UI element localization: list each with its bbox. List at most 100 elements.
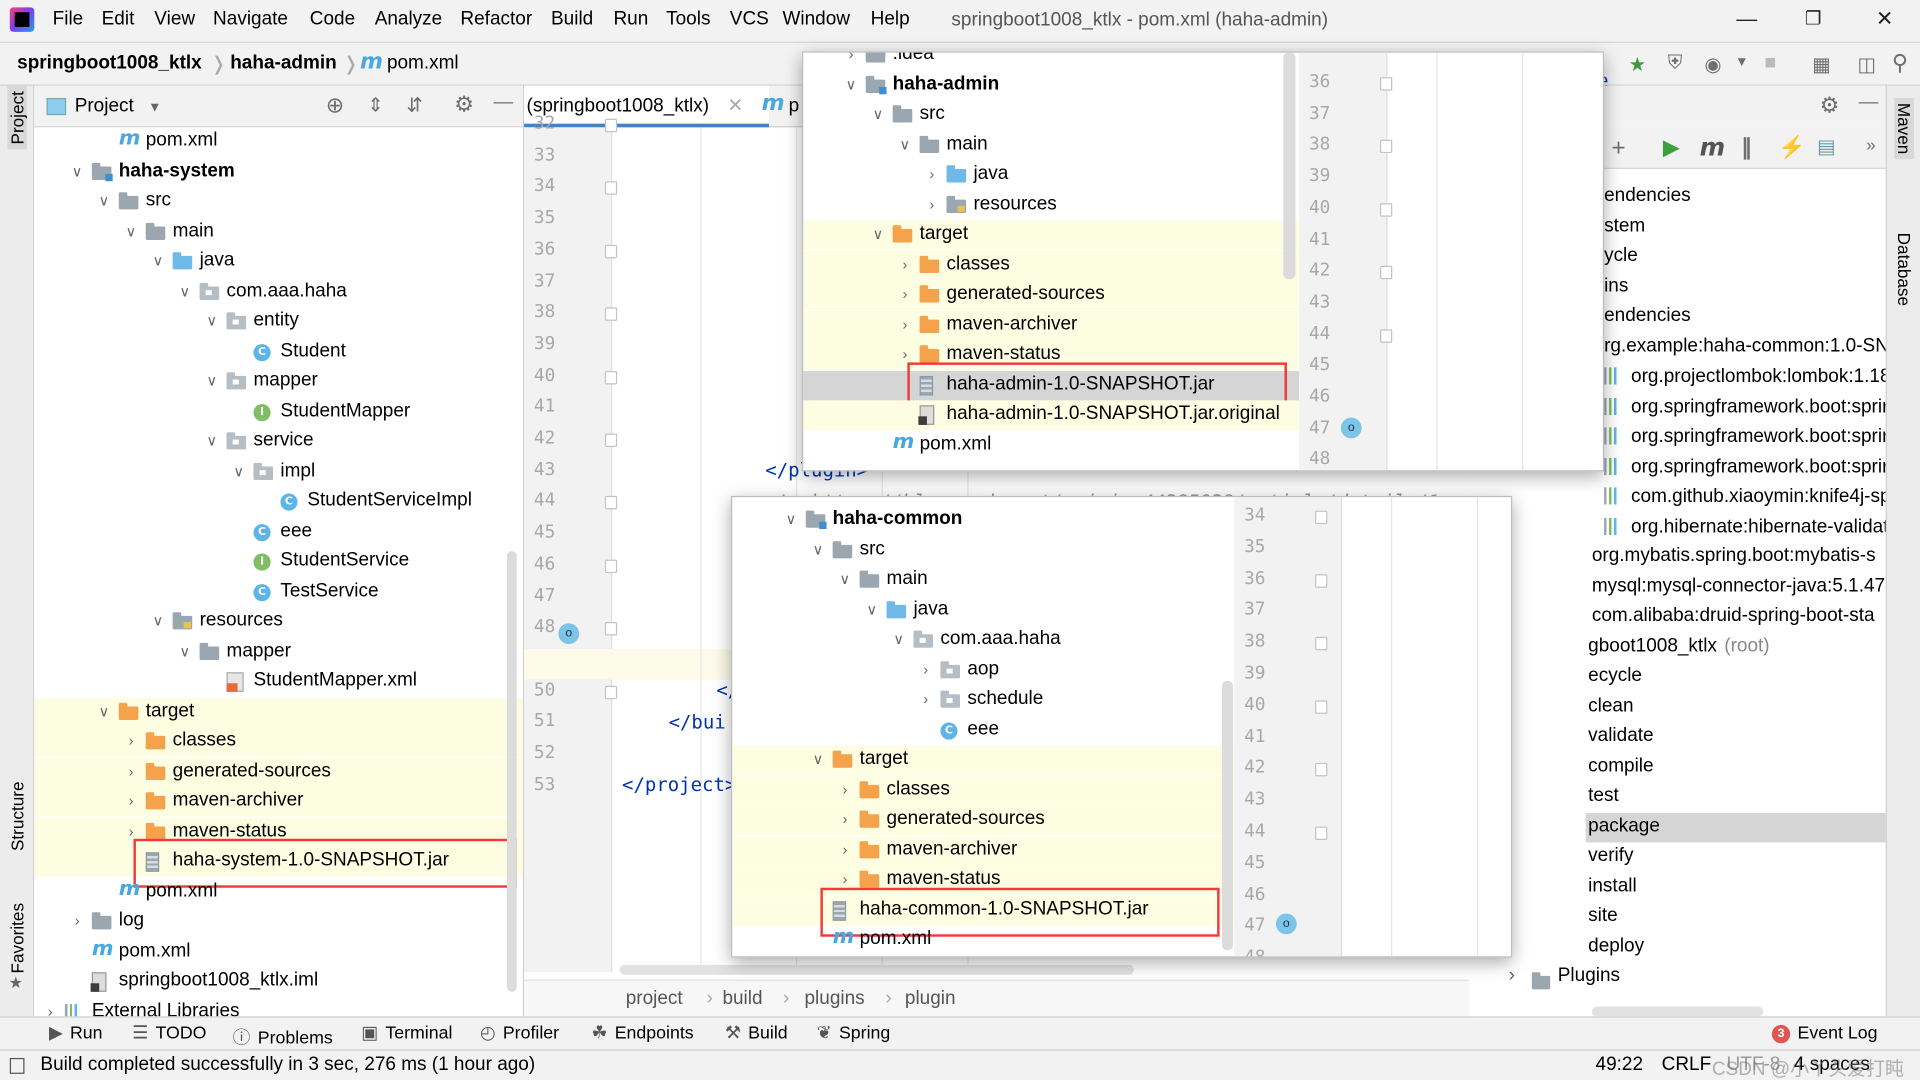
tree-node[interactable]: pom.xml xyxy=(34,126,523,156)
maven-tree-item[interactable]: package xyxy=(1588,815,1660,837)
maven-tree-item[interactable]: verify xyxy=(1588,845,1633,867)
chevron-down-icon[interactable]: ∨ xyxy=(149,612,166,629)
maven-tree-item[interactable]: gboot1008_ktlx (root) xyxy=(1588,635,1769,657)
tool-window-spring[interactable]: ❦ Spring xyxy=(817,1024,891,1044)
coverage-icon[interactable]: ⛨ xyxy=(1668,53,1683,75)
tool-window-todo[interactable]: ☰ TODO xyxy=(132,1024,206,1044)
tree-node[interactable]: › classes xyxy=(732,775,1235,806)
database-tool-tab[interactable]: Database xyxy=(1894,233,1914,306)
chevron-down-icon[interactable]: ∨ xyxy=(203,312,220,329)
chevron-down-icon[interactable]: ∨ xyxy=(96,702,113,719)
tree-node[interactable]: haha-admin-1.0-SNAPSHOT.jar xyxy=(803,370,1300,400)
tree-node[interactable]: haha-admin-1.0-SNAPSHOT.jar.original xyxy=(803,400,1300,430)
maven-tree-item[interactable]: rg.example:haha-common:1.0-SN xyxy=(1604,335,1886,357)
menu-navigate[interactable]: Navigate xyxy=(213,9,288,31)
maven-tree-item[interactable]: endencies xyxy=(1604,185,1691,207)
tree-node[interactable]: ∨ main xyxy=(732,566,1234,595)
menu-code[interactable]: Code xyxy=(310,9,355,31)
maven-plugins-node[interactable]: › Plugins xyxy=(1509,965,1620,990)
code-breadcrumb-item[interactable]: plugins xyxy=(804,987,864,1011)
tree-node[interactable]: › log xyxy=(34,907,523,936)
maven-tree-item[interactable]: ins xyxy=(1604,275,1628,297)
tree-node[interactable]: pom.xml xyxy=(803,429,1299,459)
tree-node[interactable]: › generated-sources xyxy=(803,280,1300,310)
tree-node[interactable]: ∨ target xyxy=(732,745,1235,776)
maven-tree-item[interactable]: clean xyxy=(1588,695,1633,717)
tree-node[interactable]: › generated-sources xyxy=(34,757,523,787)
maven-tree-item[interactable]: install xyxy=(1588,875,1637,897)
menu-tools[interactable]: Tools xyxy=(666,9,710,31)
tree-node[interactable]: › resources xyxy=(803,190,1299,219)
debug-icon[interactable]: ★ xyxy=(1629,53,1647,77)
tree-node[interactable]: ∨ com.aaa.haha xyxy=(732,626,1234,655)
fold-marker-icon[interactable] xyxy=(1315,763,1328,777)
chevron-right-icon[interactable]: › xyxy=(896,315,913,332)
tree-node[interactable]: ∨ target xyxy=(803,220,1300,250)
chevron-down-icon[interactable]: ∨ xyxy=(782,511,799,528)
maven-tree-item[interactable]: com.alibaba:druid-spring-boot-sta xyxy=(1592,605,1875,627)
restore-button[interactable]: ❐ xyxy=(1805,7,1821,30)
tool-window-profiler[interactable]: ◴ Profiler xyxy=(480,1024,559,1044)
code-breadcrumb-item[interactable]: plugin xyxy=(905,987,956,1011)
profile-icon[interactable]: ◉ xyxy=(1704,53,1721,77)
fold-marker-icon[interactable] xyxy=(1315,700,1328,714)
project-scrollbar[interactable] xyxy=(506,551,517,992)
menu-edit[interactable]: Edit xyxy=(102,9,135,31)
tree-node[interactable]: ∨ resources xyxy=(34,607,523,636)
chevron-down-icon[interactable]: ∨ xyxy=(203,432,220,449)
status-message[interactable]: Build completed successfully in 3 sec, 2… xyxy=(40,1054,535,1076)
tree-node[interactable]: ∨ haha-admin xyxy=(803,70,1299,99)
tree-node[interactable]: › schedule xyxy=(732,686,1234,715)
maven-tree-item[interactable]: site xyxy=(1588,905,1618,927)
maven-tree-item[interactable]: org.mybatis.spring.boot:mybatis-s xyxy=(1592,545,1876,567)
override-marker-icon[interactable]: o xyxy=(558,623,580,645)
favorites-tool-tab[interactable]: Favorites xyxy=(7,903,27,974)
tree-node[interactable]: ∨ impl xyxy=(34,457,523,486)
tree-node[interactable]: ∨ main xyxy=(803,130,1299,159)
chevron-right-icon[interactable]: › xyxy=(842,53,859,63)
search-icon[interactable]: ⚲ xyxy=(1892,50,1908,76)
tree-node[interactable]: › classes xyxy=(34,727,523,757)
maven-tree-item[interactable]: endencies xyxy=(1604,305,1691,327)
toggle-offline-icon[interactable]: ∥ xyxy=(1741,135,1752,161)
maven-tree-item[interactable]: org.springframework.boot:sprir xyxy=(1604,395,1886,418)
menu-vcs[interactable]: VCS xyxy=(730,9,769,31)
tree-node[interactable]: ∨ entity xyxy=(34,307,523,336)
tree-node[interactable]: › maven-archiver xyxy=(732,835,1235,866)
menu-help[interactable]: Help xyxy=(871,9,910,31)
execute-goal-icon[interactable]: m xyxy=(1700,132,1726,161)
chevron-down-icon[interactable]: ∨ xyxy=(869,225,886,242)
structure-tool-tab[interactable]: Structure xyxy=(7,781,27,851)
chevron-down-icon[interactable]: ∨ xyxy=(96,192,113,209)
menu-run[interactable]: Run xyxy=(613,9,648,31)
tree-node[interactable]: › generated-sources xyxy=(732,805,1235,836)
tree-node[interactable]: StudentMapper xyxy=(34,397,523,426)
tool-window-run[interactable]: ▶ Run xyxy=(49,1024,103,1044)
tree-node[interactable]: ∨ haha-system xyxy=(34,157,523,186)
maven-tree-item[interactable]: org.springframework.boot:sprir xyxy=(1604,425,1886,448)
maven-tree-item[interactable]: stem xyxy=(1604,215,1645,237)
project-structure-icon[interactable]: ▦ xyxy=(1812,53,1831,77)
maven-tool-tab[interactable]: Maven xyxy=(1894,97,1914,160)
tree-node[interactable]: eee xyxy=(34,517,523,546)
fold-marker-icon[interactable] xyxy=(1315,573,1328,588)
maven-tree-item[interactable]: org.projectlombok:lombok:1.18 xyxy=(1604,365,1886,388)
code-breadcrumb-item[interactable]: project xyxy=(626,987,683,1011)
tree-node[interactable]: TestService xyxy=(34,577,523,606)
minimize-button[interactable]: — xyxy=(1736,7,1757,31)
chevron-right-icon[interactable]: › xyxy=(122,762,139,779)
tree-node[interactable]: ∨ src xyxy=(803,100,1299,129)
chevron-down-icon[interactable]: ∨ xyxy=(863,601,880,618)
chevron-down-icon[interactable]: ∨ xyxy=(869,105,886,122)
tree-node[interactable]: › .idea xyxy=(803,52,1299,70)
tree-node[interactable]: StudentMapper.xml xyxy=(34,667,523,696)
tree-node[interactable]: pom.xml xyxy=(732,924,1234,955)
chevron-right-icon[interactable]: › xyxy=(122,792,139,809)
chevron-down-icon[interactable]: ∨ xyxy=(809,751,826,768)
maven-tree-item[interactable]: org.hibernate:hibernate-validat xyxy=(1604,515,1886,538)
chevron-down-icon[interactable]: ∨ xyxy=(176,282,193,299)
tree-node[interactable]: ∨ java xyxy=(34,247,523,276)
fold-marker-icon[interactable] xyxy=(1315,636,1328,651)
tree-node[interactable]: pom.xml xyxy=(34,876,523,906)
editor-tab[interactable]: (springboot1008_ktlx) ✕ xyxy=(524,85,769,128)
